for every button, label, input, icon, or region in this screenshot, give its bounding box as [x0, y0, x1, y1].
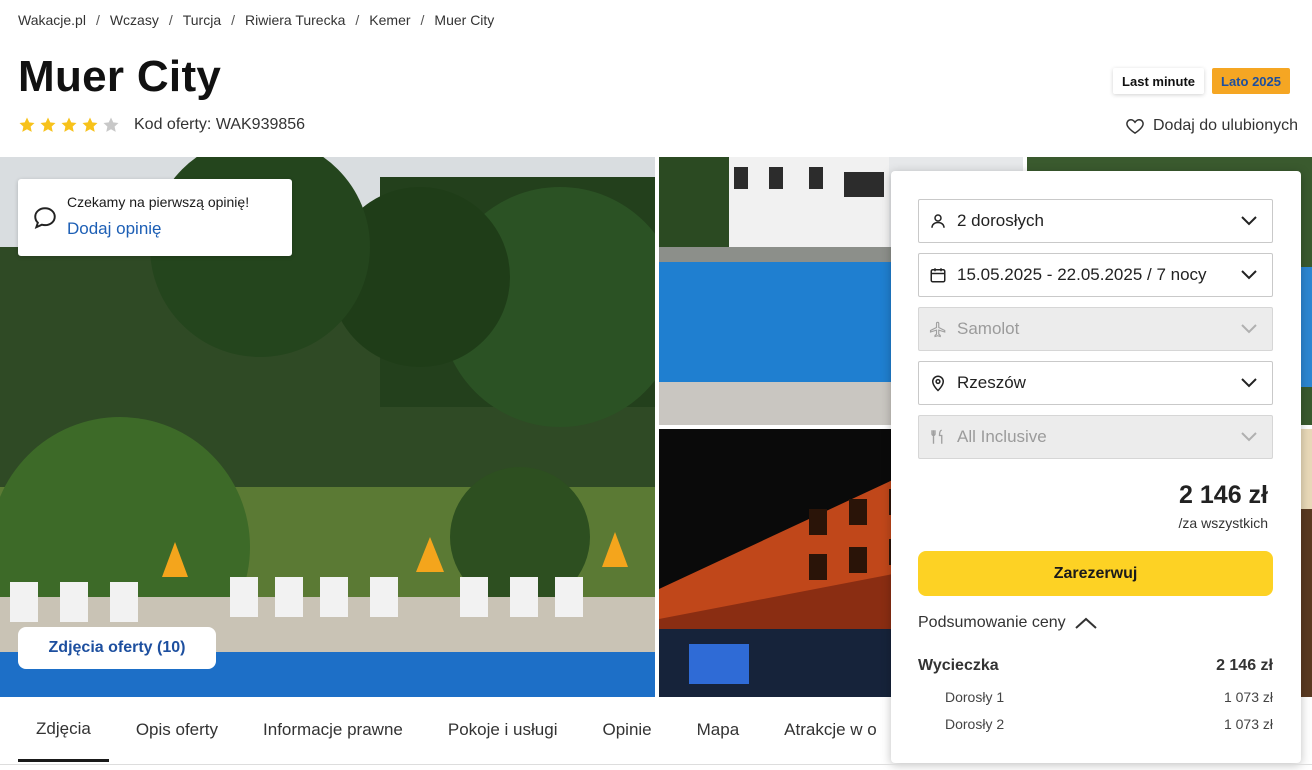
star-rating	[18, 116, 120, 134]
transport-value: Samolot	[957, 319, 1020, 338]
tab-attractions[interactable]: Atrakcje w o	[766, 698, 895, 762]
airplane-icon	[929, 320, 947, 338]
summary-adult-label: Dorosły 2	[945, 716, 1005, 732]
breadcrumb-separator: /	[95, 12, 100, 28]
summary-trip-price: 2 146 zł	[1216, 657, 1273, 674]
travelers-value: 2 dorosłych	[957, 211, 1044, 230]
breadcrumb-item-current: Muer City	[434, 12, 495, 28]
tab-description[interactable]: Opis oferty	[118, 698, 236, 762]
star-empty-icon	[103, 117, 119, 132]
add-to-favorites-button[interactable]: Dodaj do ulubionych	[1125, 116, 1298, 136]
travelers-select[interactable]: 2 dorosłych	[918, 199, 1273, 243]
star-filled-icon	[40, 117, 56, 132]
summary-adult-row: Dorosły 1 1 073 zł	[918, 689, 1273, 705]
transport-select[interactable]: Samolot	[918, 307, 1273, 351]
location-pin-icon	[929, 374, 947, 392]
chevron-up-icon	[1074, 617, 1097, 629]
review-card-text: Czekamy na pierwszą opinię!	[67, 194, 250, 210]
breadcrumb-separator: /	[231, 12, 236, 28]
offer-tabs: Zdjęcia Opis oferty Informacje prawne Po…	[18, 698, 904, 764]
breadcrumb-item-region[interactable]: Riwiera Turecka	[245, 12, 345, 28]
cutlery-icon	[929, 428, 947, 446]
summary-adult-price: 1 073 zł	[1223, 716, 1273, 732]
tab-map[interactable]: Mapa	[679, 698, 758, 762]
summary-adult-row: Dorosły 2 1 073 zł	[918, 716, 1273, 732]
chat-bubble-icon	[34, 207, 56, 230]
add-review-link[interactable]: Dodaj opinię	[67, 219, 162, 239]
breadcrumb-separator: /	[168, 12, 173, 28]
price-summary-toggle[interactable]: Podsumowanie ceny	[918, 614, 1098, 632]
chevron-down-icon	[1241, 378, 1257, 388]
breadcrumb-separator: /	[355, 12, 360, 28]
summary-adult-price: 1 073 zł	[1223, 689, 1273, 705]
price-note: /za wszystkich	[1178, 515, 1268, 531]
dates-select[interactable]: 15.05.2025 - 22.05.2025 / 7 nocy	[918, 253, 1273, 297]
star-filled-icon	[61, 117, 77, 132]
total-price: 2 146 zł	[1179, 481, 1268, 509]
person-icon	[929, 212, 947, 230]
summary-trip-row: Wycieczka 2 146 zł	[918, 657, 1273, 675]
tabs-divider	[0, 764, 1312, 765]
last-minute-badge: Last minute	[1113, 68, 1205, 94]
breadcrumb-item-city[interactable]: Kemer	[369, 12, 410, 28]
season-badge: Lato 2025	[1212, 68, 1290, 94]
heart-icon	[1126, 118, 1144, 134]
review-card: Czekamy na pierwszą opinię! Dodaj opinię	[18, 179, 292, 256]
chevron-down-icon	[1241, 270, 1257, 280]
offer-code: Kod oferty: WAK939856	[134, 116, 306, 133]
departure-value: Rzeszów	[957, 373, 1026, 392]
dates-value: 15.05.2025 - 22.05.2025 / 7 nocy	[957, 265, 1207, 284]
offer-photos-button[interactable]: Zdjęcia oferty (10)	[18, 627, 216, 669]
summary-trip-label: Wycieczka	[918, 657, 999, 674]
board-select[interactable]: All Inclusive	[918, 415, 1273, 459]
badges: Last minute Lato 2025	[1113, 68, 1290, 94]
calendar-icon	[929, 266, 947, 284]
star-filled-icon	[82, 117, 98, 132]
tab-reviews[interactable]: Opinie	[584, 698, 669, 762]
breadcrumb-separator: /	[420, 12, 425, 28]
favorite-label: Dodaj do ulubionych	[1153, 117, 1298, 134]
chevron-down-icon	[1241, 432, 1257, 442]
page-title: Muer City	[18, 52, 222, 101]
price-summary-label: Podsumowanie ceny	[918, 614, 1066, 631]
breadcrumb-item-home[interactable]: Wakacje.pl	[18, 12, 86, 28]
summary-adult-label: Dorosły 1	[945, 689, 1005, 705]
breadcrumb-item-country[interactable]: Turcja	[183, 12, 221, 28]
departure-select[interactable]: Rzeszów	[918, 361, 1273, 405]
chevron-down-icon	[1241, 216, 1257, 226]
booking-panel: 2 dorosłych 15.05.2025 - 22.05.2025 / 7 …	[891, 171, 1301, 763]
tab-photos[interactable]: Zdjęcia	[18, 698, 109, 762]
tab-legal-info[interactable]: Informacje prawne	[245, 698, 421, 762]
tab-rooms-services[interactable]: Pokoje i usługi	[430, 698, 576, 762]
reserve-button[interactable]: Zarezerwuj	[918, 551, 1273, 596]
main-photo[interactable]: Czekamy na pierwszą opinię! Dodaj opinię…	[0, 157, 655, 697]
breadcrumb-item-wczasy[interactable]: Wczasy	[110, 12, 159, 28]
star-filled-icon	[19, 117, 35, 132]
board-value: All Inclusive	[957, 427, 1047, 446]
chevron-down-icon	[1241, 324, 1257, 334]
breadcrumb: Wakacje.pl / Wczasy / Turcja / Riwiera T…	[18, 10, 494, 30]
